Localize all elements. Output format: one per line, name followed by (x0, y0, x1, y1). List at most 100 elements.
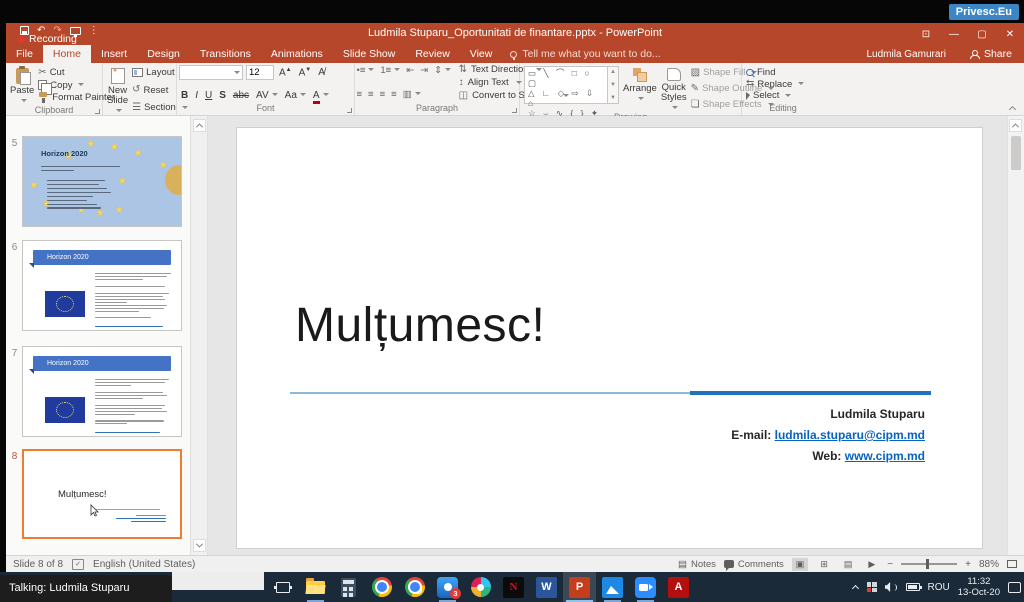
grow-font-button[interactable]: A▲ (277, 67, 294, 78)
volume-icon[interactable] (885, 582, 898, 592)
normal-view-button[interactable]: ▣ (792, 558, 809, 571)
close-button[interactable]: ✕ (996, 23, 1024, 45)
spellcheck-icon[interactable]: ✓ (72, 559, 84, 570)
change-case-button[interactable]: Aa (283, 90, 308, 101)
tab-file[interactable]: File (6, 45, 43, 63)
scroll-up-button[interactable] (1009, 119, 1022, 132)
file-explorer-button[interactable] (299, 572, 332, 602)
acrobat-button[interactable]: A (662, 572, 695, 602)
paste-button[interactable]: Paste (10, 66, 34, 104)
thumbnail-slide-5[interactable]: ★ ★ ★ ★ ★ ★ ★ ★ ★ ★ ★ Horizon 2020 (22, 136, 182, 227)
underline-button[interactable]: U (203, 90, 214, 101)
numbering-button[interactable]: 1≡ (379, 65, 402, 76)
shrink-font-button[interactable]: A▼ (297, 67, 314, 78)
minimize-button[interactable]: — (940, 23, 968, 45)
tray-expand-icon[interactable] (852, 584, 859, 591)
current-slide[interactable]: Mulțumesc! Ludmila Stuparu E-mail: ludmi… (237, 128, 982, 548)
line-spacing-button[interactable]: ⇕ (433, 65, 453, 76)
tab-animations[interactable]: Animations (261, 45, 333, 63)
select-button[interactable]: Select (746, 90, 804, 101)
web-link[interactable]: www.cipm.md (845, 449, 925, 463)
task-view-button[interactable] (266, 572, 299, 602)
slide-sorter-view-button[interactable]: ⊞ (816, 558, 832, 571)
fit-slide-icon[interactable] (1007, 560, 1017, 568)
replace-button[interactable]: ⇆ Replace (746, 79, 804, 90)
thumbnail-slide-7[interactable]: Horizon 2020 (22, 346, 182, 437)
keyboard-language[interactable]: ROU (928, 582, 950, 593)
tab-home[interactable]: Home (43, 45, 91, 63)
ribbon-display-options-button[interactable]: ⊡ (912, 23, 940, 45)
scroll-down-button[interactable] (193, 539, 206, 552)
quick-styles-button[interactable]: Quick Styles (661, 66, 687, 111)
dialog-launcher-icon[interactable] (512, 108, 517, 113)
italic-button[interactable]: I (193, 90, 200, 101)
share-button[interactable]: Share (958, 45, 1024, 63)
email-link[interactable]: ludmila.stuparu@cipm.md (775, 428, 925, 442)
canvas-scrollbar[interactable] (1007, 116, 1024, 555)
align-center-button[interactable]: ≡ (367, 89, 376, 100)
slack-button[interactable] (464, 572, 497, 602)
comments-button[interactable]: Comments (724, 559, 784, 570)
scroll-up-button[interactable] (193, 119, 206, 132)
columns-button[interactable]: ▥ (401, 89, 422, 100)
clear-formatting-button[interactable]: A̸ (316, 67, 327, 78)
zoom-slider-handle[interactable] (926, 559, 929, 569)
powerpoint-button[interactable]: P (563, 572, 596, 602)
calculator-button[interactable] (332, 572, 365, 602)
new-slide-button[interactable]: New Slide (107, 66, 128, 114)
clock[interactable]: 11:32 13-Oct-20 (958, 576, 1000, 598)
tab-transitions[interactable]: Transitions (190, 45, 261, 63)
shape-gallery-scroll[interactable]: ▲▼▼ (608, 66, 619, 104)
thumbnail-contact-lines (116, 513, 166, 522)
decrease-indent-button[interactable]: ⇤ (405, 65, 416, 76)
notes-button[interactable]: ▤ Notes (678, 559, 716, 570)
bullets-button[interactable]: •≡ (355, 65, 376, 76)
arrange-button[interactable]: Arrange (623, 66, 657, 111)
zoom-out-button[interactable]: − (887, 559, 893, 570)
zoom-in-button[interactable]: + (965, 559, 971, 570)
collapse-ribbon-icon[interactable] (1009, 105, 1016, 112)
language-indicator[interactable]: English (United States) (93, 559, 195, 570)
tab-insert[interactable]: Insert (91, 45, 137, 63)
scrollbar-thumb[interactable] (1011, 136, 1021, 170)
battery-icon[interactable] (906, 583, 920, 591)
dialog-launcher-icon[interactable] (347, 108, 352, 113)
align-right-button[interactable]: ≡ (378, 89, 387, 100)
tab-view[interactable]: View (460, 45, 503, 63)
contact-block[interactable]: Ludmila Stuparu E-mail: ludmila.stuparu@… (731, 404, 925, 467)
chrome-button[interactable] (365, 572, 398, 602)
slideshow-view-button[interactable]: ▶ (864, 558, 879, 571)
align-left-button[interactable]: ≡ (355, 89, 364, 100)
shadow-button[interactable]: S (217, 90, 228, 101)
bold-button[interactable]: B (179, 90, 190, 101)
chrome-profile-button[interactable] (398, 572, 431, 602)
character-spacing-button[interactable]: AV (254, 90, 280, 101)
slide-title[interactable]: Mulțumesc! (295, 298, 545, 353)
font-size-input[interactable] (246, 65, 274, 80)
maximize-button[interactable]: ▢ (968, 23, 996, 45)
font-color-button[interactable]: A (311, 90, 331, 101)
messaging-app-button[interactable]: 3 (431, 572, 464, 602)
reading-view-button[interactable]: ▤ (840, 558, 857, 571)
thumbnail-slide-6[interactable]: Horizon 2020 (22, 240, 182, 331)
strikethrough-button[interactable]: abc (231, 90, 251, 101)
zoom-slider[interactable] (901, 563, 957, 565)
justify-button[interactable]: ≡ (390, 89, 399, 100)
increase-indent-button[interactable]: ⇥ (419, 65, 430, 76)
thumbnail-scrollbar[interactable] (190, 116, 208, 555)
tab-design[interactable]: Design (137, 45, 190, 63)
tab-review[interactable]: Review (405, 45, 459, 63)
dialog-launcher-icon[interactable] (95, 109, 100, 114)
tray-app-icon[interactable] (867, 582, 877, 592)
thumbnail-slide-8-selected[interactable]: Mulțumesc! (22, 449, 182, 539)
netflix-button[interactable]: N (497, 572, 530, 602)
tell-me-box[interactable]: Tell me what you want to do... (510, 45, 660, 63)
account-name[interactable]: Ludmila Gamurari (866, 45, 957, 63)
word-button[interactable]: W (530, 572, 563, 602)
photos-button[interactable] (596, 572, 629, 602)
zoom-percent[interactable]: 88% (979, 559, 999, 570)
action-center-icon[interactable] (1008, 582, 1021, 593)
tab-slide-show[interactable]: Slide Show (333, 45, 406, 63)
font-name-combo[interactable] (179, 65, 243, 80)
camera-app-button[interactable] (629, 572, 662, 602)
